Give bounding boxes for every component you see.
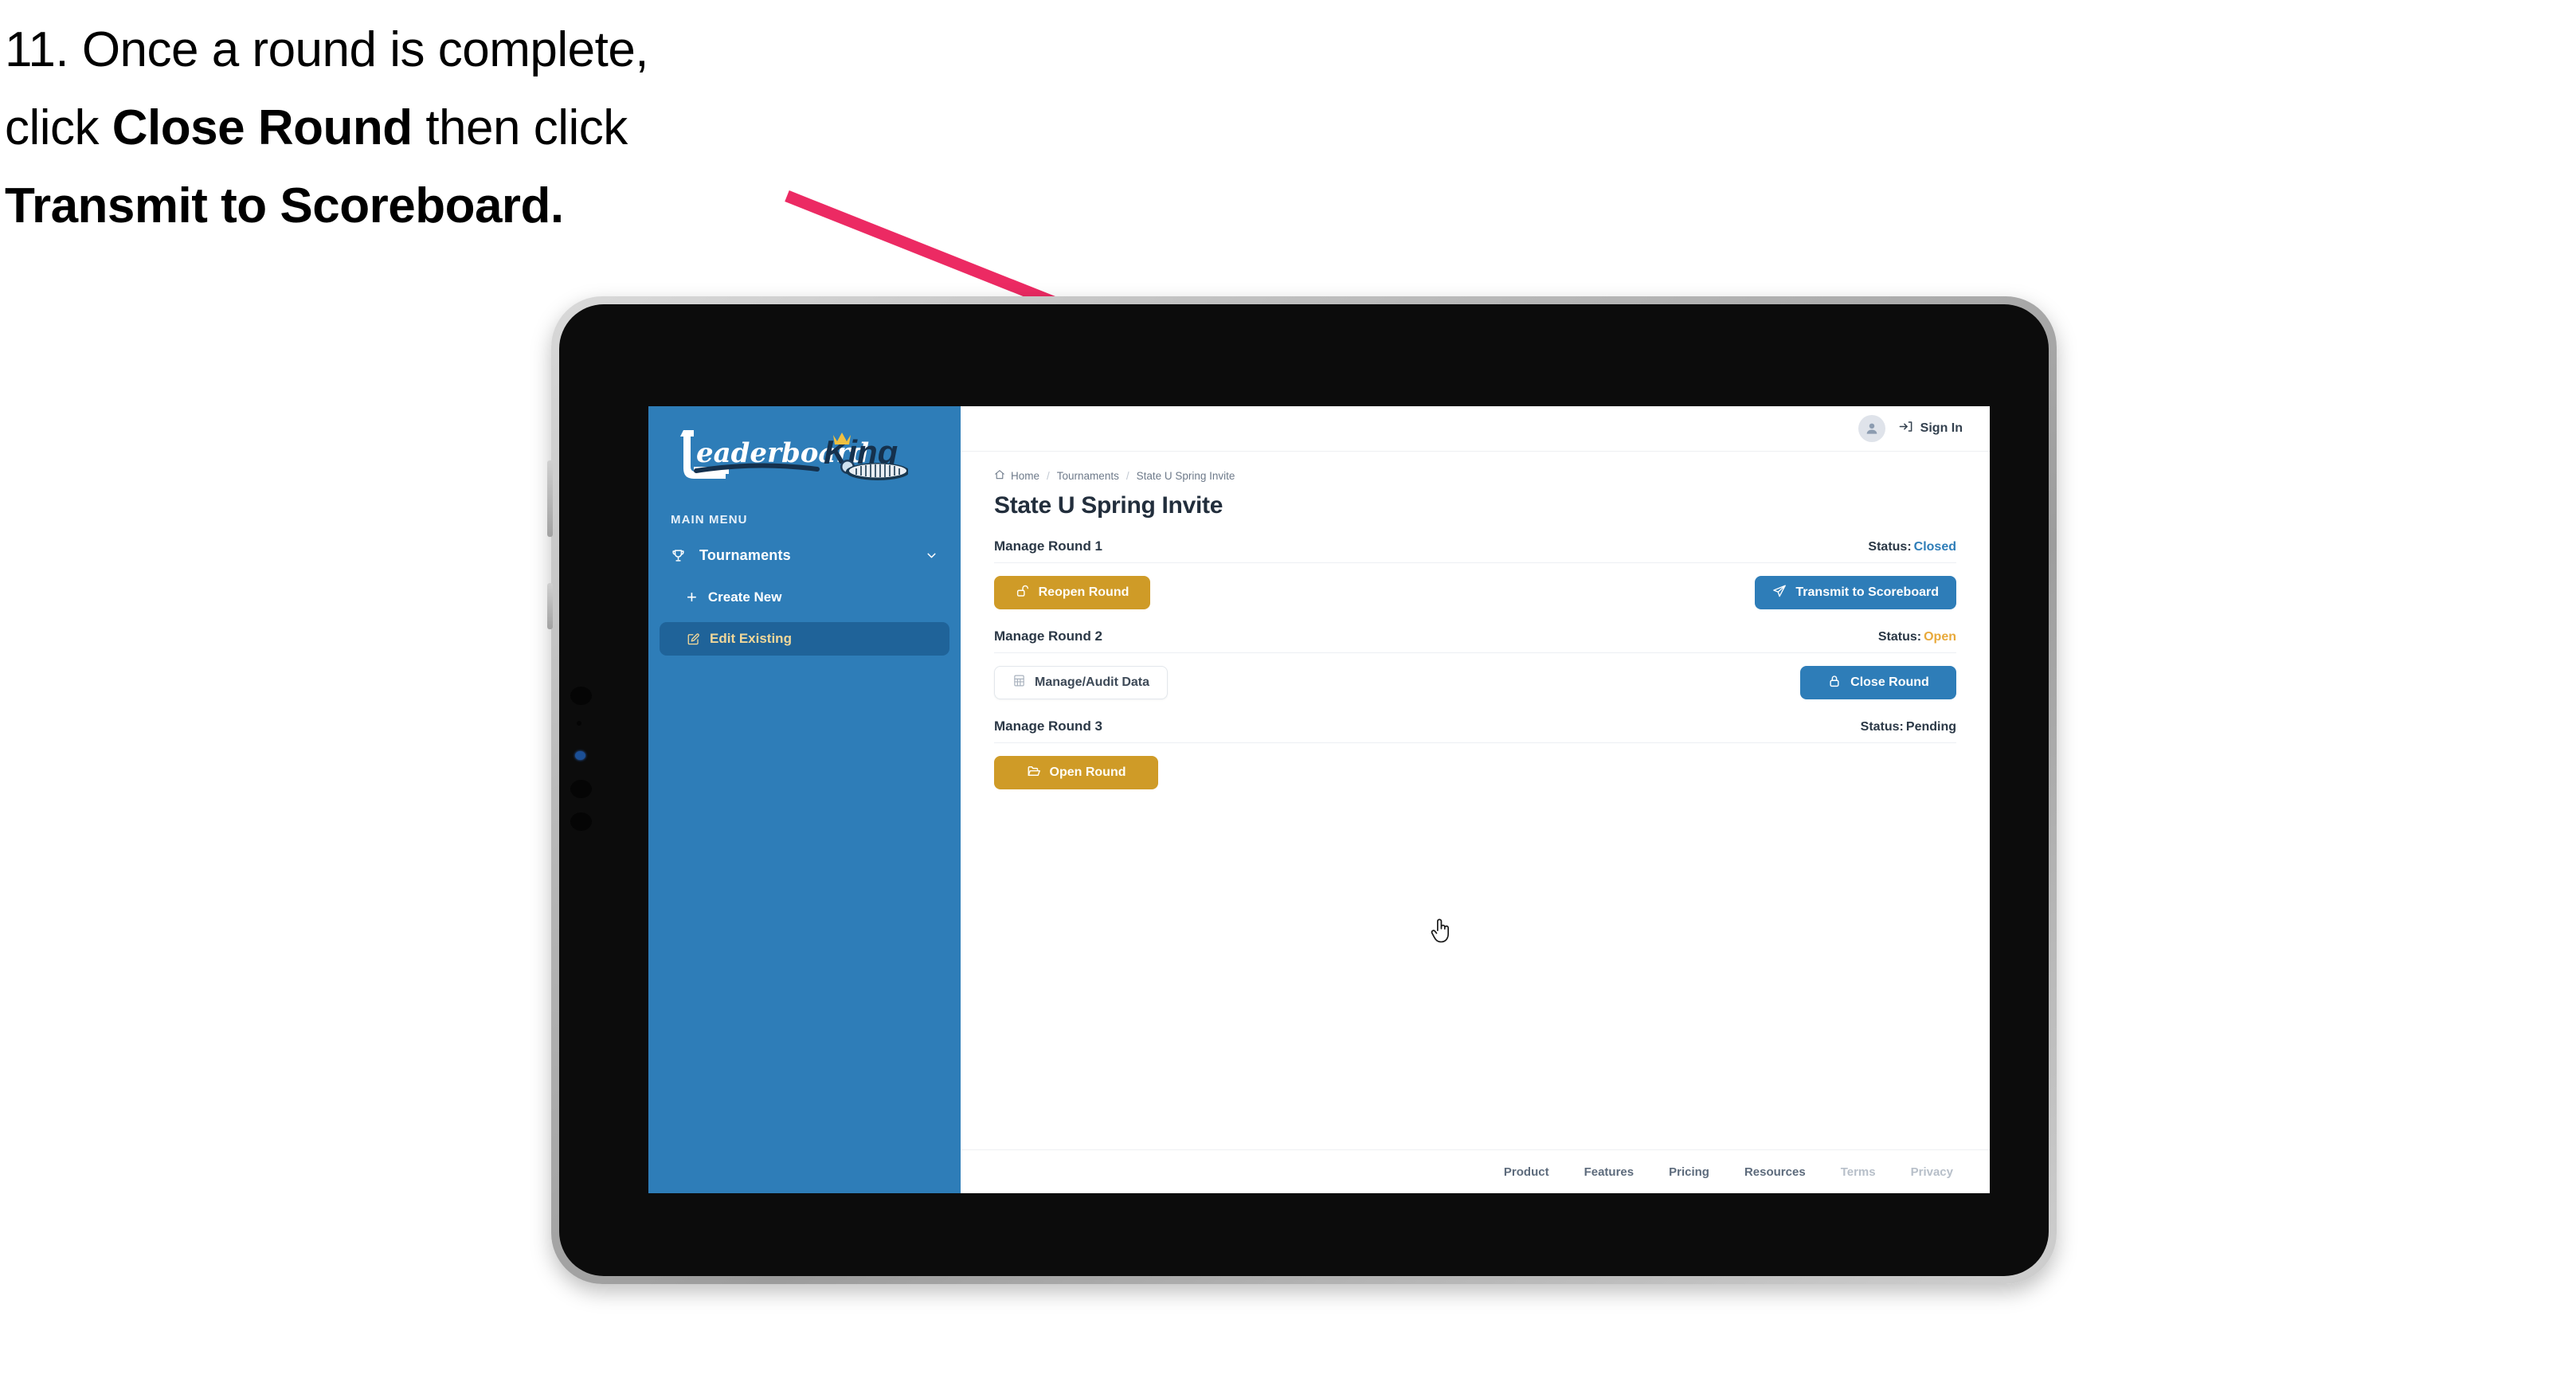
tablet-speaker-hole-icon [570, 780, 592, 798]
breadcrumb-item-current: State U Spring Invite [1136, 470, 1235, 482]
status-label: Status: [1860, 720, 1904, 734]
round-actions: Open Round [994, 756, 1956, 789]
tablet-bezel: eaderboard King MAIN MENU Tournaments + … [559, 304, 2049, 1276]
top-bar: Sign In [961, 406, 1990, 452]
sidebar: eaderboard King MAIN MENU Tournaments + … [648, 406, 961, 1193]
button-label: Open Round [1049, 765, 1126, 779]
button-label: Manage/Audit Data [1035, 675, 1150, 689]
transmit-to-scoreboard-button[interactable]: Transmit to Scoreboard [1755, 576, 1956, 609]
breadcrumb-label: Home [1011, 470, 1040, 482]
lock-icon [1827, 674, 1842, 692]
footer-link-privacy[interactable]: Privacy [1911, 1165, 1953, 1179]
sidebar-item-tournaments[interactable]: Tournaments [660, 538, 949, 573]
caption-line-2-suffix: then click [412, 100, 628, 155]
sidebar-item-label: Tournaments [699, 546, 791, 563]
sign-in-arrow-icon [1898, 419, 1913, 438]
avatar[interactable] [1858, 415, 1885, 442]
sidebar-item-create-new[interactable]: + Create New [660, 581, 949, 614]
button-label: Reopen Round [1038, 585, 1129, 599]
app-screen: eaderboard King MAIN MENU Tournaments + … [648, 406, 1990, 1193]
sidebar-item-label: Create New [707, 589, 782, 605]
paper-plane-icon [1772, 584, 1787, 602]
footer-link-features[interactable]: Features [1584, 1165, 1634, 1179]
reopen-round-button[interactable]: Reopen Round [994, 576, 1150, 609]
sign-in-label: Sign In [1920, 421, 1963, 435]
round-header: Manage Round 1 Status: Closed [994, 538, 1956, 563]
footer-link-resources[interactable]: Resources [1744, 1165, 1806, 1179]
leaderboard-king-logo-icon: eaderboard King [680, 430, 908, 480]
open-round-button[interactable]: Open Round [994, 756, 1158, 789]
page-title: State U Spring Invite [994, 492, 1223, 519]
round-header: Manage Round 3 Status: Pending [994, 718, 1956, 743]
round-block-1: Manage Round 1 Status: Closed Reopen Rou… [994, 538, 1956, 609]
status-badge: Status: Open [1878, 630, 1956, 644]
manage-audit-data-button[interactable]: Manage/Audit Data [994, 666, 1169, 699]
sign-in-button[interactable]: Sign In [1898, 419, 1963, 438]
unlock-icon [1016, 584, 1030, 602]
round-title: Manage Round 3 [994, 718, 1103, 734]
tablet-status-led-icon [575, 751, 585, 760]
tablet-device: eaderboard King MAIN MENU Tournaments + … [547, 296, 2057, 1284]
button-label: Close Round [1850, 675, 1929, 689]
caption-line-2-bold: Close Round [112, 100, 413, 155]
round-actions: Manage/Audit Data Close Round [994, 666, 1956, 699]
status-badge: Status: Pending [1861, 720, 1956, 734]
tablet-sensor-dot-icon [577, 721, 581, 726]
app-logo[interactable]: eaderboard King [648, 406, 961, 494]
folder-open-icon [1027, 764, 1041, 782]
sidebar-item-edit-existing[interactable]: Edit Existing [660, 622, 949, 656]
round-block-3: Manage Round 3 Status: Pending Open Roun… [994, 718, 1956, 789]
breadcrumb-separator: / [1047, 470, 1050, 482]
status-value: Closed [1913, 540, 1956, 554]
user-avatar-icon [1866, 423, 1877, 434]
breadcrumb-separator: / [1126, 470, 1129, 482]
caption-line-1: 11. Once a round is complete, [5, 11, 865, 89]
status-badge: Status: Closed [1868, 540, 1956, 554]
sidebar-item-label: Edit Existing [710, 631, 792, 646]
table-grid-icon [1012, 674, 1026, 691]
round-title: Manage Round 2 [994, 628, 1103, 644]
breadcrumb-item-tournaments[interactable]: Tournaments [1057, 470, 1119, 482]
status-label: Status: [1868, 540, 1912, 554]
instruction-caption: 11. Once a round is complete, click Clos… [5, 11, 865, 245]
home-icon [994, 469, 1005, 483]
caption-line-3-bold: Transmit to Scoreboard. [5, 178, 564, 233]
chevron-down-icon[interactable] [925, 549, 938, 562]
caption-line-3: Transmit to Scoreboard. [5, 167, 865, 245]
sidebar-section-label: MAIN MENU [671, 513, 748, 527]
round-header: Manage Round 2 Status: Open [994, 628, 1956, 653]
status-label: Status: [1877, 630, 1922, 644]
edit-square-icon [687, 632, 700, 646]
tablet-volume-button[interactable] [547, 583, 553, 629]
round-actions: Reopen Round Transmit to Scoreboard [994, 576, 1956, 609]
page-body: Home / Tournaments / State U Spring Invi… [961, 452, 1990, 1149]
caption-line-1-text: 11. Once a round is complete, [5, 22, 649, 77]
breadcrumb: Home / Tournaments / State U Spring Invi… [994, 469, 1956, 483]
footer-link-terms[interactable]: Terms [1841, 1165, 1876, 1179]
footer-link-product[interactable]: Product [1504, 1165, 1549, 1179]
footer-link-pricing[interactable]: Pricing [1669, 1165, 1709, 1179]
button-label: Transmit to Scoreboard [1795, 585, 1939, 599]
round-title: Manage Round 1 [994, 538, 1103, 554]
round-block-2: Manage Round 2 Status: Open Manage/Audit… [994, 628, 1956, 699]
plus-icon: + [687, 587, 697, 607]
tablet-mic-hole-icon [570, 812, 592, 831]
tablet-power-button[interactable] [547, 460, 553, 537]
footer: Product Features Pricing Resources Terms… [961, 1149, 1990, 1193]
caption-line-2-prefix: click [5, 100, 112, 155]
trophy-icon [671, 548, 691, 563]
close-round-button[interactable]: Close Round [1800, 666, 1956, 699]
status-value: Open [1924, 630, 1956, 644]
main-content: Sign In Home / Tournaments / State U Spr… [961, 406, 1990, 1193]
tablet-camera-icon [570, 687, 592, 705]
status-value: Pending [1905, 720, 1956, 734]
breadcrumb-item-home[interactable]: Home [994, 469, 1039, 483]
caption-line-2: click Close Round then click [5, 89, 865, 167]
